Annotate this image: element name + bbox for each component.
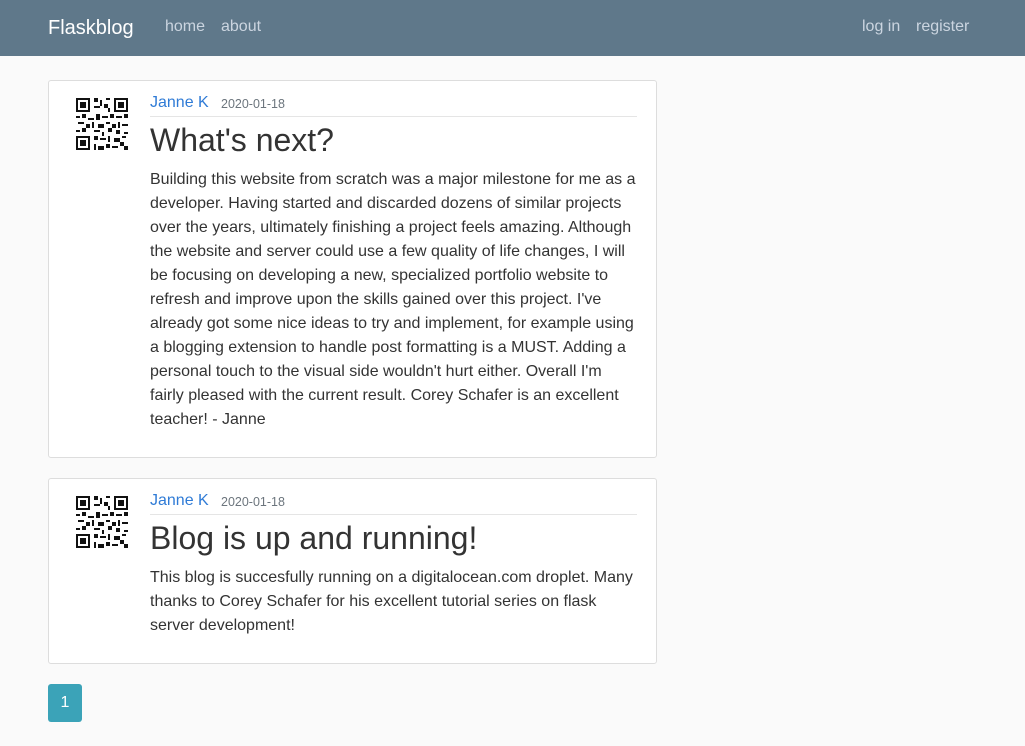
nav-about-link[interactable]: about: [221, 17, 261, 37]
post-card: Janne K 2020-01-18 What's next? Building…: [48, 80, 657, 458]
brand-link[interactable]: Flaskblog: [48, 15, 134, 41]
post-meta: Janne K 2020-01-18: [150, 81, 637, 117]
post-content-line: fairly pleased with the current result. …: [150, 387, 619, 404]
navbar: Flaskblog home about log in register: [0, 0, 1025, 56]
qr-code-icon[interactable]: [76, 496, 128, 548]
post-content-line: This blog is succesfully running on a di…: [150, 569, 633, 586]
pagination-page-button[interactable]: 1: [48, 684, 82, 722]
post-content-line: a blogging extension to handle post form…: [150, 339, 626, 356]
post-content-line: Building this website from scratch was a…: [150, 171, 636, 188]
post-content: Building this website from scratch was a…: [150, 168, 638, 432]
post-author-link[interactable]: Janne K: [150, 94, 209, 112]
post-content-line: server development!: [150, 617, 295, 634]
post-date: 2020-01-18: [221, 97, 285, 111]
post-content-line: the website and server could use a few q…: [150, 243, 625, 260]
post-date: 2020-01-18: [221, 495, 285, 509]
post-content-line: refresh and improve upon the skills gain…: [150, 291, 602, 308]
nav-register-link[interactable]: register: [916, 17, 969, 37]
qr-code-icon[interactable]: [76, 98, 128, 150]
post-title-link[interactable]: What's next?: [150, 121, 334, 159]
post-content-line: over the years, ultimately finishing a p…: [150, 219, 632, 236]
post-content-line: personal touch to the visual side wouldn…: [150, 363, 602, 380]
post-content-line: be focusing on developing a new, special…: [150, 267, 609, 284]
nav-home-link[interactable]: home: [165, 17, 205, 37]
post-content-line: teacher! - Janne: [150, 411, 266, 428]
post-content-line: developer. Having started and discarded …: [150, 195, 622, 212]
post-content-line: thanks to Corey Schafer for his excellen…: [150, 593, 597, 610]
post-card: Janne K 2020-01-18 Blog is up and runnin…: [48, 478, 657, 664]
post-content-line: already got some nice ideas to try and i…: [150, 315, 634, 332]
post-content: This blog is succesfully running on a di…: [150, 566, 638, 638]
post-meta: Janne K 2020-01-18: [150, 479, 637, 515]
post-title-link[interactable]: Blog is up and running!: [150, 519, 477, 557]
nav-login-link[interactable]: log in: [862, 17, 900, 37]
post-author-link[interactable]: Janne K: [150, 492, 209, 510]
